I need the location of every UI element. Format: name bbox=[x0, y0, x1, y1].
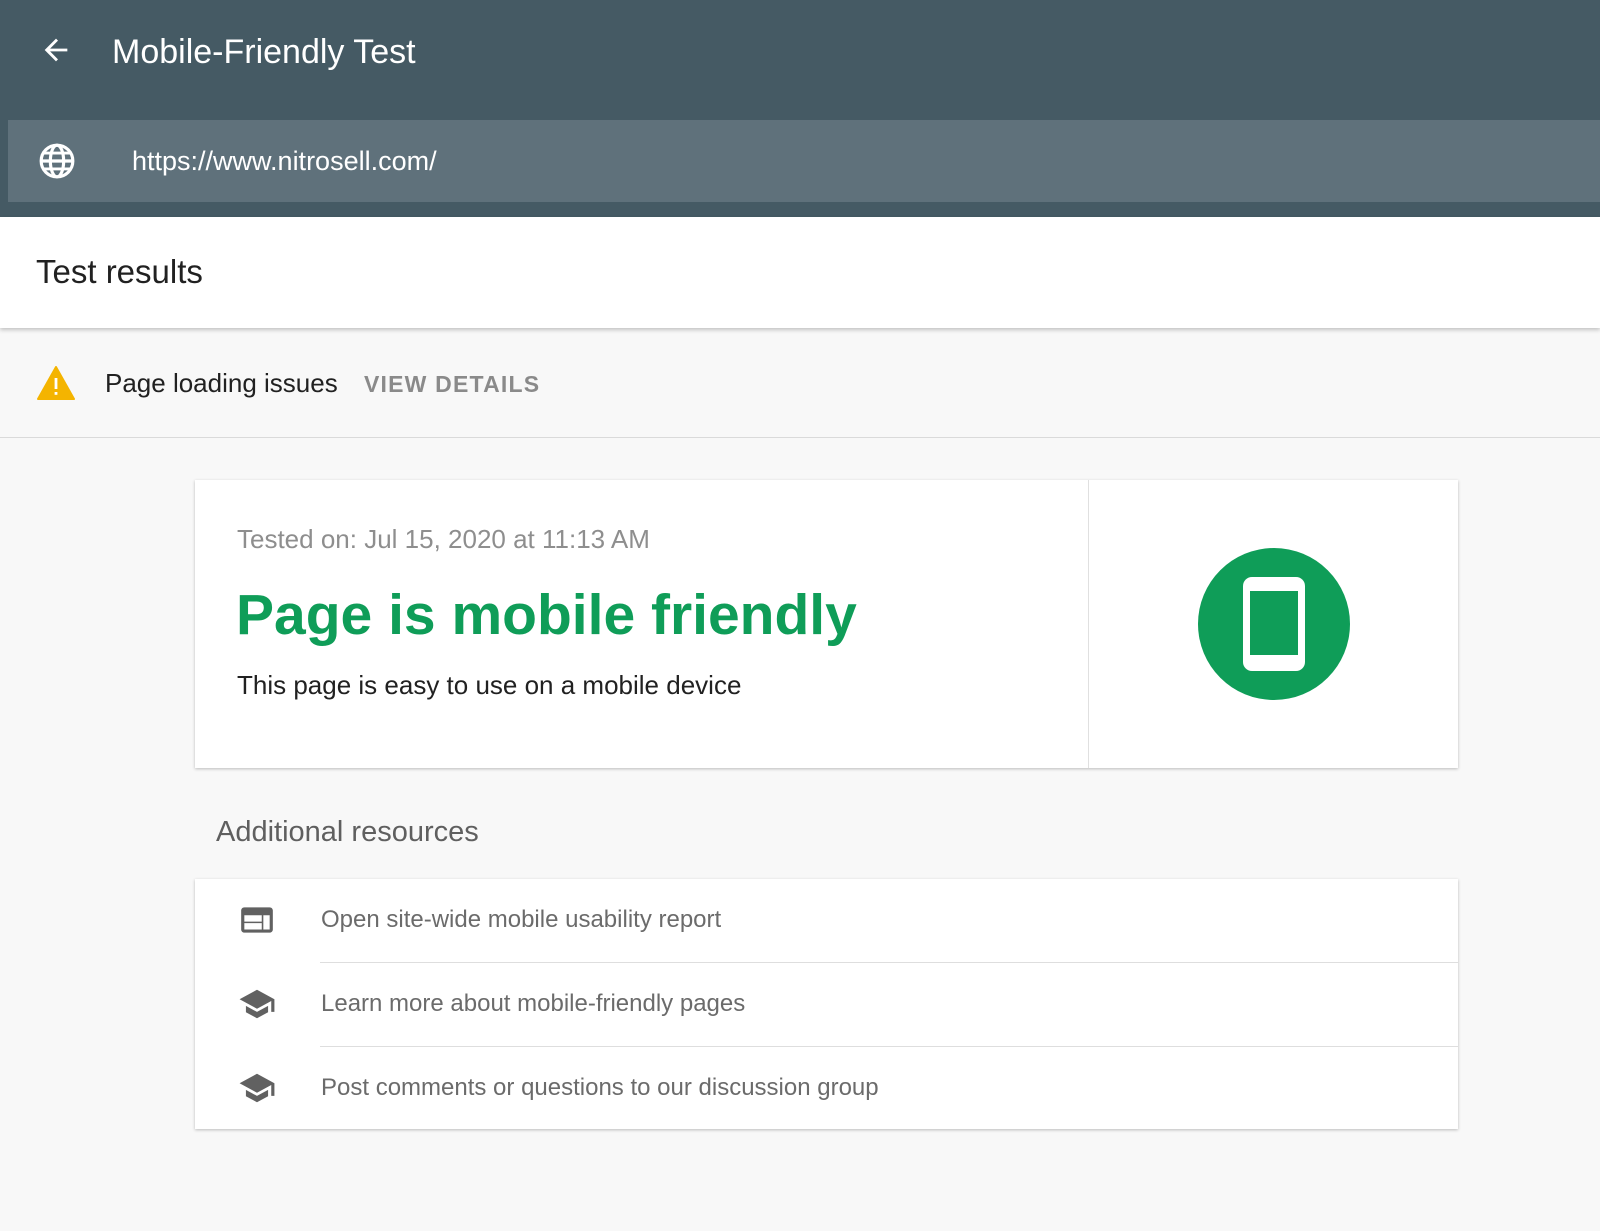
school-icon bbox=[239, 989, 275, 1019]
arrow-back-icon bbox=[44, 38, 68, 62]
web-report-icon bbox=[241, 907, 273, 933]
resource-item-label: Open site-wide mobile usability report bbox=[321, 906, 722, 933]
resource-item-label: Learn more about mobile-friendly pages bbox=[321, 990, 746, 1017]
app-title: Mobile-Friendly Test bbox=[112, 33, 416, 71]
verdict-description: This page is easy to use on a mobile dev… bbox=[237, 670, 742, 700]
resource-item-label: Post comments or questions to our discus… bbox=[321, 1074, 879, 1101]
back-button[interactable] bbox=[36, 30, 76, 70]
globe-icon bbox=[39, 143, 75, 179]
tested-on-timestamp: Tested on: Jul 15, 2020 at 11:13 AM bbox=[237, 524, 650, 554]
issues-label: Page loading issues bbox=[105, 368, 338, 398]
resource-item-discussion-group[interactable]: Post comments or questions to our discus… bbox=[195, 1047, 1458, 1130]
resources-list: Open site-wide mobile usability report L… bbox=[195, 879, 1458, 1129]
resources-title: Additional resources bbox=[216, 816, 479, 848]
school-icon bbox=[239, 1073, 275, 1103]
mobile-friendly-badge bbox=[1198, 548, 1350, 700]
view-details-button[interactable]: VIEW DETAILS bbox=[364, 368, 540, 400]
warning-icon bbox=[37, 366, 75, 400]
resource-item-learn-more[interactable]: Learn more about mobile-friendly pages bbox=[195, 963, 1458, 1046]
smartphone-icon bbox=[1243, 577, 1305, 671]
verdict-heading: Page is mobile friendly bbox=[236, 583, 857, 647]
resource-item-usability-report[interactable]: Open site-wide mobile usability report bbox=[195, 879, 1458, 962]
url-input[interactable] bbox=[132, 138, 1532, 184]
result-card: Tested on: Jul 15, 2020 at 11:13 AM Page… bbox=[195, 480, 1458, 768]
url-bar bbox=[8, 120, 1600, 202]
card-divider bbox=[1088, 480, 1089, 768]
results-header: Test results bbox=[0, 217, 1600, 328]
app-header: Mobile-Friendly Test bbox=[0, 0, 1600, 217]
page-title: Test results bbox=[36, 253, 203, 290]
